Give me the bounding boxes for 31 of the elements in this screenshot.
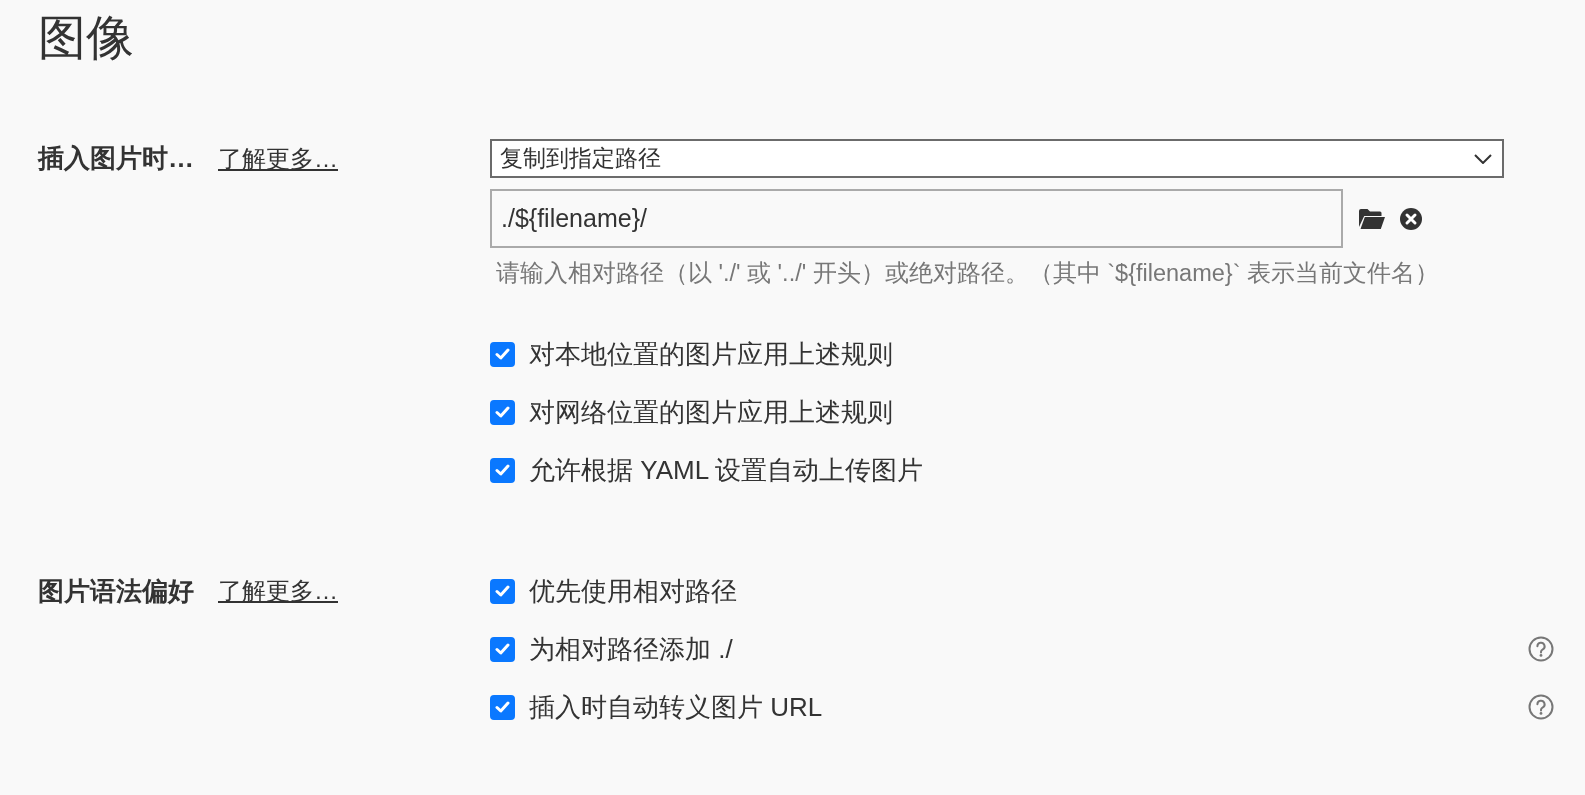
learn-more-link[interactable]: 了解更多… (218, 142, 338, 175)
hint-text: 请输入相对路径（以 './' 或 '../' 开头）或绝对路径。（其中 `${filename}` 表示当前文件名） (495, 259, 1440, 287)
checkbox[interactable] (490, 399, 515, 425)
dropdown[interactable]: 复制到指定路径 (490, 139, 1504, 178)
checkbox-label[interactable]: 插入时自动转义图片 URL (529, 689, 823, 725)
checkbox-label[interactable]: 优先使用相对路径 (529, 573, 737, 609)
checkbox-label[interactable]: 为相对路径添加 ./ (529, 631, 733, 667)
checkbox[interactable] (490, 636, 515, 662)
tick-icon (495, 348, 510, 360)
help-icon[interactable] (1528, 694, 1554, 720)
checkbox[interactable] (490, 341, 515, 367)
tick-icon (495, 701, 510, 713)
checkbox[interactable] (490, 694, 515, 720)
section-label: 图片语法偏好 (38, 574, 194, 608)
learn-more-link[interactable]: 了解更多… (218, 575, 338, 607)
path-field[interactable]: ./${filename}/ (490, 189, 1343, 248)
caret-icon (1474, 153, 1492, 164)
checkbox-label[interactable]: 对本地位置的图片应用上述规则 (529, 336, 893, 372)
tick-icon (495, 464, 510, 476)
tick-icon (495, 585, 510, 597)
checkbox[interactable] (490, 578, 515, 604)
section-label: 插入图片时… (38, 142, 194, 175)
page-title: 图像 (38, 10, 135, 66)
checkbox-label[interactable]: 对网络位置的图片应用上述规则 (529, 394, 893, 430)
help-icon[interactable] (1528, 636, 1554, 662)
folder-icon[interactable] (1359, 207, 1385, 230)
clear-icon[interactable] (1400, 207, 1422, 230)
checkbox-label[interactable]: 允许根据 YAML 设置自动上传图片 (529, 452, 924, 488)
tick-icon (495, 406, 510, 418)
tick-icon (495, 643, 510, 655)
checkbox[interactable] (490, 457, 515, 483)
